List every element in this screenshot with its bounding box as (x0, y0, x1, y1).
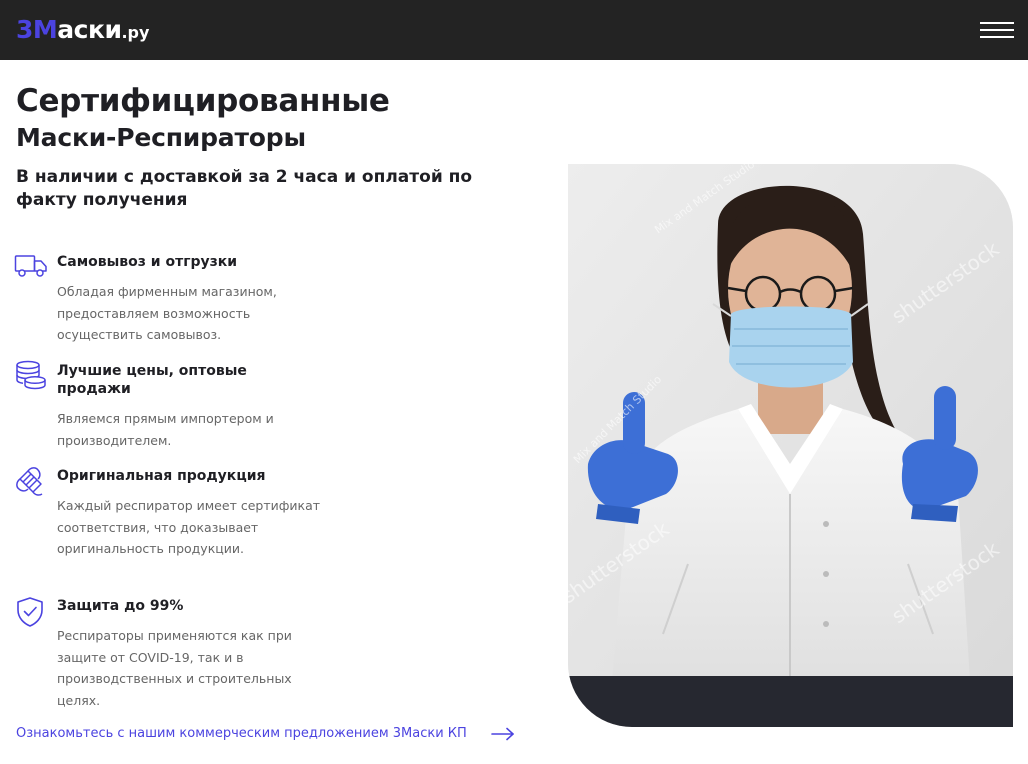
feature-title: Оригинальная продукция (57, 468, 266, 484)
feature-text: Обладая фирменным магазином, предоставля… (57, 284, 277, 342)
logo-main: аски (57, 15, 122, 44)
feature-text: Являемся прямым импортером и производите… (57, 411, 274, 448)
feature-title: Лучшие цены, оптовые продажи (57, 363, 247, 397)
feature-title: Защита до 99% (57, 598, 184, 614)
truck-icon (14, 255, 47, 277)
page-title-line2: Маски-Респираторы (16, 123, 306, 152)
shield-check-icon (17, 597, 43, 627)
feature-text: Респираторы применяются как при защите о… (57, 628, 292, 708)
logo-accent: 3М (16, 15, 58, 44)
top-bar: 3Маски.ру (0, 0, 1028, 60)
page-title: Сертифицированные (16, 83, 390, 119)
hero-image: shutterstock shutterstock shutterstock M… (568, 164, 1013, 727)
commercial-offer-link[interactable]: Ознакомьтесь с нашим коммерческим предло… (16, 724, 467, 744)
arrow-right-icon[interactable] (490, 726, 516, 742)
site-logo[interactable]: 3Маски.ру (16, 14, 149, 49)
feature-text: Каждый респиратор имеет сертификат соотв… (57, 498, 321, 556)
logo-tld: .ру (121, 23, 150, 42)
coins-icon (16, 360, 46, 390)
mask-icon (16, 467, 43, 496)
hamburger-menu-icon[interactable] (980, 20, 1014, 40)
doctor-photo-illustration: shutterstock shutterstock shutterstock M… (568, 164, 1013, 727)
page-subtitle: В наличии с доставкой за 2 часа и оплато… (16, 167, 473, 210)
feature-title: Самовывоз и отгрузки (57, 254, 238, 270)
